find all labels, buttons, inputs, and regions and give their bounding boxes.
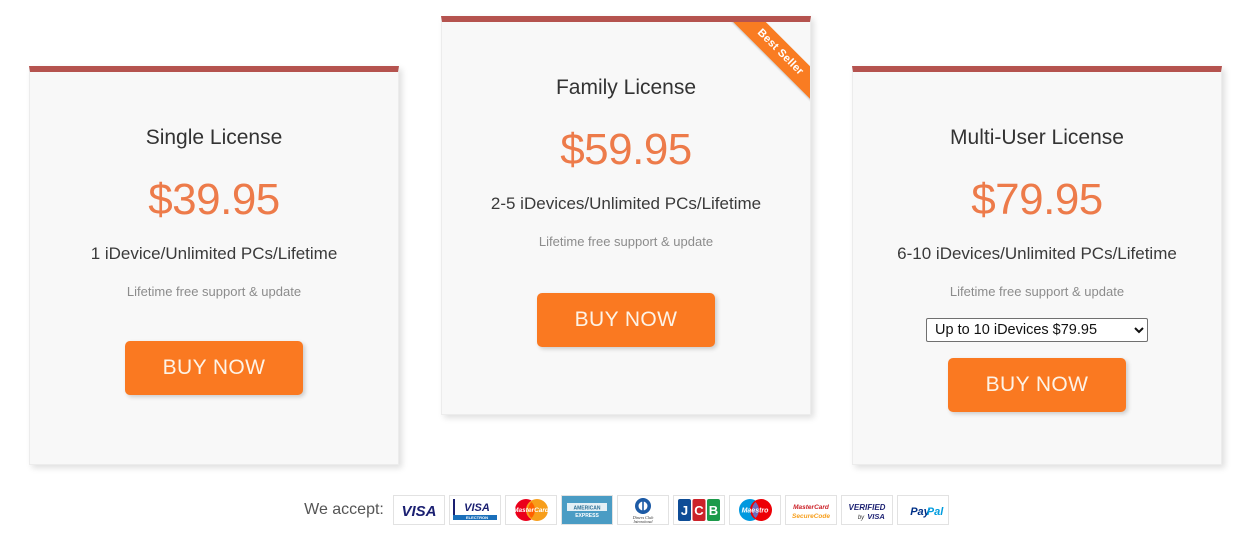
buy-button-wrapper-multi: BUY NOW	[853, 358, 1221, 412]
buy-now-button-single[interactable]: BUY NOW	[125, 341, 303, 395]
plan-title-single: Single License	[145, 126, 283, 149]
plan-description-family: 2-5 iDevices/Unlimited PCs/Lifetime	[490, 194, 762, 213]
jcb-icon: J C B	[672, 495, 725, 525]
visa-electron-icon: VISA ELECTRON	[448, 495, 501, 525]
plan-price-single: $39.95	[148, 175, 280, 224]
plan-description-multi: 6-10 iDevices/Unlimited PCs/Lifetime	[897, 244, 1177, 263]
svg-text:C: C	[694, 503, 704, 518]
svg-text:VISA: VISA	[401, 503, 436, 520]
plan-support-single: Lifetime free support & update	[126, 284, 302, 299]
verified-by-visa-icon: VERIFIED by VISA	[840, 495, 893, 525]
plan-price-multi: $79.95	[971, 175, 1103, 224]
svg-text:by: by	[858, 515, 865, 521]
svg-text:MasterCard: MasterCard	[513, 507, 550, 514]
plan-support-family: Lifetime free support & update	[538, 234, 714, 249]
svg-text:MasterCard: MasterCard	[793, 504, 830, 511]
buy-now-button-family[interactable]: BUY NOW	[537, 293, 715, 347]
svg-text:B: B	[709, 503, 718, 518]
svg-text:VERIFIED: VERIFIED	[848, 503, 885, 512]
svg-text:ELECTRON: ELECTRON	[466, 515, 488, 520]
pricing-table: Single License $39.95 1 iDevice/Unlimite…	[0, 0, 1253, 480]
svg-text:Pal: Pal	[927, 506, 944, 518]
device-quantity-select[interactable]: Up to 10 iDevices $79.95	[926, 318, 1148, 342]
svg-text:SecureCode: SecureCode	[792, 513, 830, 520]
svg-text:International: International	[632, 520, 652, 524]
buy-button-wrapper-single: BUY NOW	[30, 341, 398, 395]
buy-button-wrapper-family: BUY NOW	[442, 293, 810, 347]
buy-now-button-multi[interactable]: BUY NOW	[948, 358, 1126, 412]
svg-text:VISA: VISA	[867, 512, 885, 521]
paypal-icon: Pay Pal	[896, 495, 949, 525]
plan-support-multi: Lifetime free support & update	[949, 284, 1125, 299]
we-accept-label: We accept:	[304, 501, 384, 518]
plan-card-multi: Multi-User License $79.95 6-10 iDevices/…	[852, 66, 1222, 465]
mastercard-icon: MasterCard	[504, 495, 557, 525]
mastercard-securecode-icon: MasterCard SecureCode	[784, 495, 837, 525]
svg-text:VISA: VISA	[464, 502, 490, 514]
plan-title-multi: Multi-User License	[950, 126, 1124, 149]
plan-title-family: Family License	[555, 76, 697, 99]
plan-description-single: 1 iDevice/Unlimited PCs/Lifetime	[90, 244, 338, 263]
svg-text:AMERICAN: AMERICAN	[573, 506, 600, 512]
svg-text:EXPRESS: EXPRESS	[575, 513, 599, 519]
svg-text:J: J	[681, 503, 688, 518]
american-express-icon: AMERICAN EXPRESS	[560, 495, 613, 525]
maestro-icon: Maestro	[728, 495, 781, 525]
plan-price-family: $59.95	[560, 125, 692, 174]
svg-text:Maestro: Maestro	[741, 508, 769, 515]
diners-club-international-icon: Diners Club International	[616, 495, 669, 525]
plan-card-family: Best Seller Family License $59.95 2-5 iD…	[441, 16, 811, 415]
visa-icon: VISA	[392, 495, 445, 525]
plan-card-single: Single License $39.95 1 iDevice/Unlimite…	[29, 66, 399, 465]
accepted-payments-bar: We accept: VISA VISA ELECTRON MasterCard	[0, 488, 1253, 532]
